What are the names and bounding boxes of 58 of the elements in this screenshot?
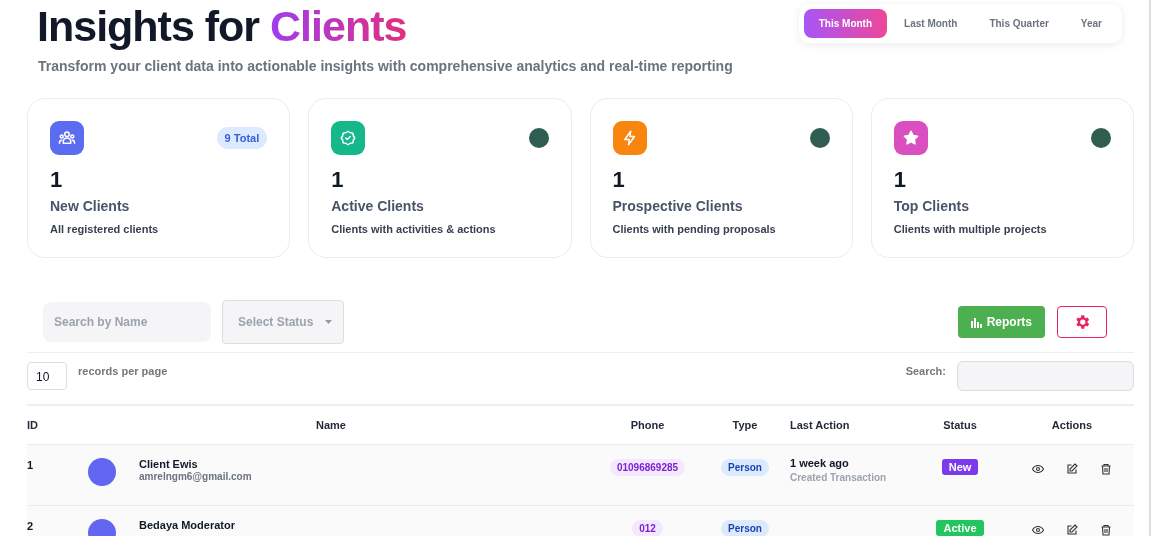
page-size-label: records per page	[78, 365, 168, 377]
name-search-field[interactable]: Search by Name	[43, 302, 211, 342]
stat-description: Clients with activities & actions	[331, 223, 497, 235]
column-header: Actions	[1051, 419, 1093, 431]
page-title: Insights for Clients	[37, 2, 407, 50]
client-id: 2	[27, 520, 34, 532]
period-tab[interactable]: Year	[1065, 9, 1117, 38]
client-name: Bedaya Moderator	[139, 519, 235, 531]
avatar	[528, 128, 549, 148]
view-eye-icon[interactable]	[1032, 524, 1044, 536]
column-header: Type	[732, 419, 758, 431]
column-header: Status	[943, 419, 977, 431]
bar-chart-icon	[970, 316, 982, 328]
trash-icon[interactable]	[1100, 524, 1112, 536]
type-tag: Person	[721, 459, 769, 476]
stat-title: Active Clients	[331, 198, 425, 214]
client-email: amrelngm6@gmail.com	[139, 471, 252, 482]
column-header: Last Action	[790, 419, 850, 431]
column-header: ID	[27, 419, 38, 431]
avatar	[1091, 128, 1111, 148]
search-label: Search:	[905, 365, 946, 377]
trash-icon[interactable]	[1100, 463, 1112, 475]
column-header: Phone	[630, 419, 665, 431]
client-name: Client Ewis	[139, 458, 199, 470]
page-subtitle: Transform your client data into actionable insights with comprehensive analytics and real-time reporting	[38, 58, 733, 74]
type-tag: Person	[721, 520, 769, 536]
settings-button[interactable]	[1057, 306, 1107, 338]
stat-description: Clients with pending proposals	[612, 223, 777, 235]
client-id: 1	[27, 459, 34, 471]
column-header: Name	[316, 419, 346, 431]
view-eye-icon[interactable]	[1032, 463, 1044, 475]
total-badge: 9 Total	[216, 127, 268, 149]
last-action-detail: Created Transaction	[790, 472, 888, 483]
stat-value: 1	[893, 167, 907, 193]
stat-description: Clients with multiple projects	[893, 223, 1048, 235]
period-tab[interactable]: This Month	[803, 9, 888, 38]
table-search-field[interactable]	[957, 361, 1134, 391]
stat-title: New Clients	[50, 198, 131, 214]
avatar	[88, 458, 116, 486]
period-tab[interactable]: Last Month	[889, 9, 973, 38]
stat-title: Top Clients	[893, 198, 970, 214]
reports-button[interactable]: Reports	[957, 306, 1045, 338]
status-badge: New	[941, 459, 979, 475]
stat-value: 1	[612, 167, 626, 193]
stat-title: Prospective Clients	[612, 198, 744, 214]
phone-tag: 012	[632, 520, 663, 536]
status-badge: Active	[936, 520, 984, 536]
period-tab[interactable]: This Quarter	[974, 9, 1064, 38]
stat-description: All registered clients	[50, 223, 160, 235]
edit-icon[interactable]	[1066, 524, 1078, 536]
phone-tag: 01096869285	[609, 459, 686, 476]
caret-icon	[325, 320, 332, 324]
last-action-time: 1 week ago	[790, 457, 850, 469]
edit-icon[interactable]	[1066, 463, 1078, 475]
page-size-field[interactable]: 10	[27, 362, 67, 390]
avatar	[809, 128, 830, 148]
stat-value: 1	[331, 167, 345, 193]
stat-value: 1	[50, 167, 64, 193]
